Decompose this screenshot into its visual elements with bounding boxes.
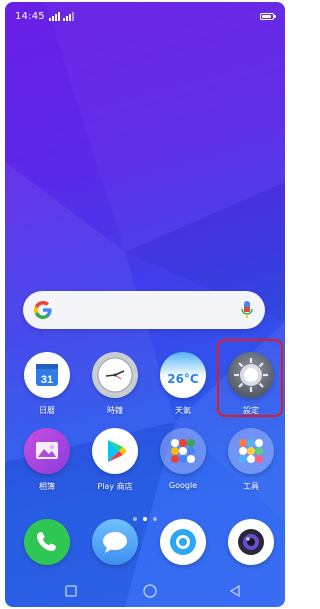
app-clock[interactable]: 時鐘 <box>86 352 144 416</box>
dock-messages[interactable] <box>86 519 144 565</box>
app-label-clock: 時鐘 <box>107 406 123 415</box>
dock-camera[interactable] <box>222 519 280 565</box>
app-label-calendar: 日曆 <box>39 406 55 415</box>
weather-temp: 26°C <box>167 372 199 386</box>
app-label-weather: 天氣 <box>175 406 191 415</box>
status-bar: 14:45 <box>5 2 285 28</box>
home-icon <box>143 584 157 598</box>
dock-browser[interactable] <box>154 519 212 565</box>
back-icon <box>229 584 240 598</box>
browser-icon <box>160 519 206 565</box>
app-label-play-store: Play 商店 <box>97 482 133 491</box>
calendar-icon: 31 <box>24 352 70 398</box>
google-search-bar[interactable] <box>23 291 265 329</box>
navigation-bar <box>5 577 285 607</box>
dock-phone[interactable] <box>18 519 76 565</box>
mic-icon[interactable] <box>241 300 253 320</box>
app-folder-tools[interactable]: 工具 <box>222 428 280 492</box>
highlight-settings <box>217 339 283 417</box>
app-label-gallery: 相簿 <box>39 482 55 491</box>
clock-icon <box>92 352 138 398</box>
signal-icon <box>49 12 60 21</box>
app-weather[interactable]: 26°C 天氣 <box>154 352 212 416</box>
google-g-icon <box>34 301 52 319</box>
page-indicator <box>5 506 285 521</box>
app-label-tools: 工具 <box>243 482 259 491</box>
google-folder-icon <box>160 428 206 474</box>
battery-level <box>262 15 271 18</box>
home-screen: 14:45 31 日曆 時鐘 26°C 天氣 設定 相簿 Play 商店 Goo… <box>5 2 285 607</box>
camera-icon <box>228 519 274 565</box>
battery-icon <box>260 13 276 20</box>
recent-apps-icon <box>65 585 77 597</box>
play-store-icon <box>92 428 138 474</box>
status-time: 14:45 <box>15 11 45 22</box>
tools-folder-icon <box>228 428 274 474</box>
gallery-icon <box>24 428 70 474</box>
phone-icon <box>24 519 70 565</box>
app-calendar[interactable]: 31 日曆 <box>18 352 76 416</box>
app-gallery[interactable]: 相簿 <box>18 428 76 492</box>
app-label-google: Google <box>168 481 198 490</box>
calendar-date: 31 <box>41 374 53 386</box>
signal-icon <box>63 12 74 21</box>
app-play-store[interactable]: Play 商店 <box>86 428 144 492</box>
app-folder-google[interactable]: Google <box>154 428 212 490</box>
weather-icon: 26°C <box>160 352 206 398</box>
messages-icon <box>92 519 138 565</box>
